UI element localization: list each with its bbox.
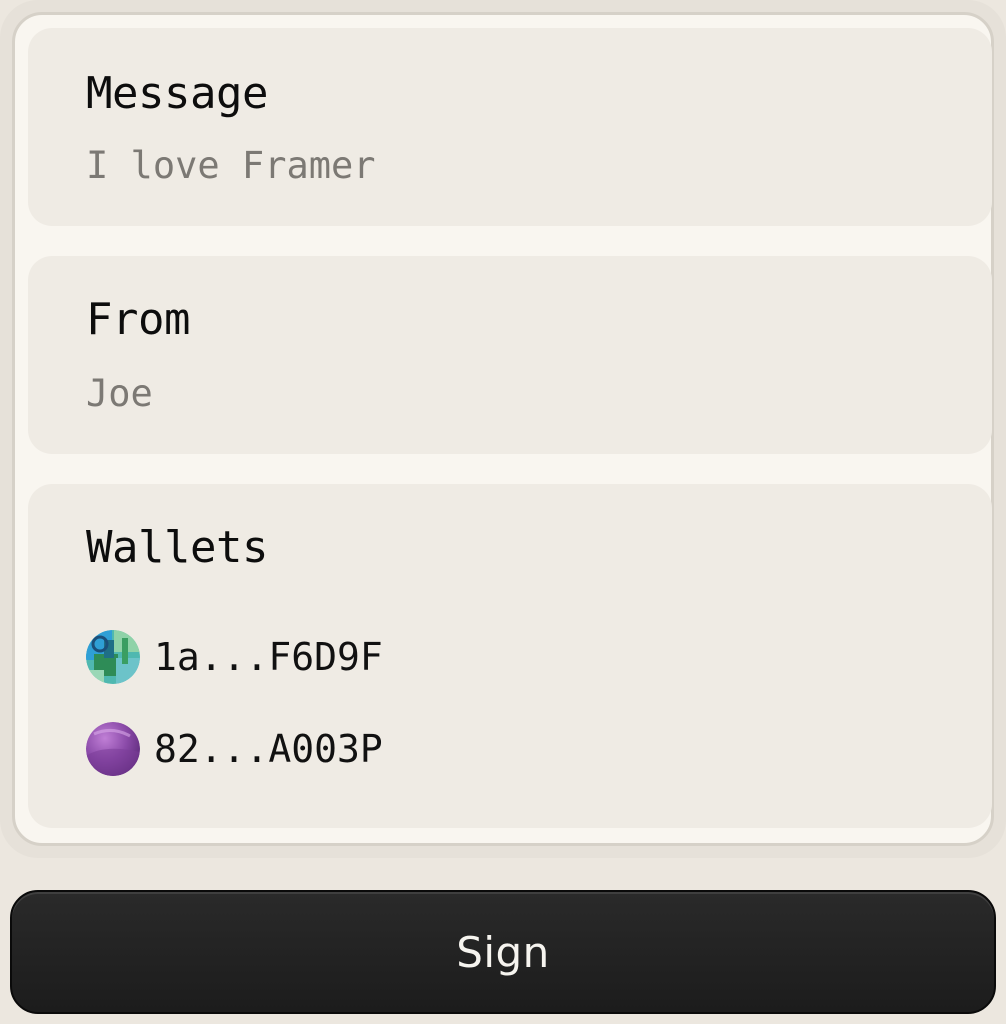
wallet-address: 82...A003P xyxy=(154,727,383,771)
teal-wallet-avatar-icon xyxy=(86,630,140,684)
message-section: Message I love Framer xyxy=(28,28,992,226)
signature-request-card: Message I love Framer From Joe Wallets 1… xyxy=(0,0,1006,858)
wallet-address: 1a...F6D9F xyxy=(154,635,383,679)
wallets-section: Wallets 1a...F6D9F 82...A003P xyxy=(28,484,992,828)
wallets-label: Wallets xyxy=(86,522,268,573)
wallet-item[interactable]: 82...A003P xyxy=(86,722,383,776)
message-value: I love Framer xyxy=(86,144,376,187)
sign-button[interactable]: Sign xyxy=(10,890,996,1014)
purple-wallet-avatar-icon xyxy=(86,722,140,776)
sign-button-label: Sign xyxy=(456,927,550,977)
message-label: Message xyxy=(86,68,268,119)
from-section: From Joe xyxy=(28,256,992,454)
wallet-item[interactable]: 1a...F6D9F xyxy=(86,630,383,684)
from-label: From xyxy=(86,294,190,345)
from-value: Joe xyxy=(86,372,153,415)
